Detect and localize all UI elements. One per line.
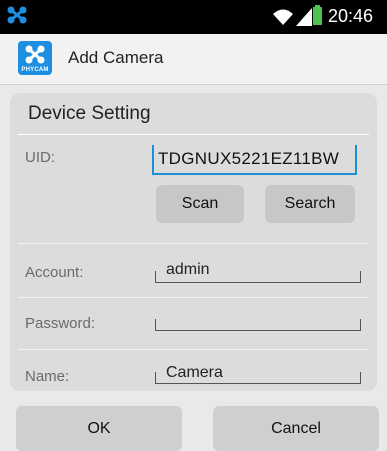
- wifi-icon: [273, 9, 293, 25]
- account-label: Account:: [25, 264, 84, 281]
- status-time: 20:46: [328, 6, 374, 26]
- row-divider: [18, 243, 369, 244]
- name-field[interactable]: [155, 372, 361, 384]
- uid-value: TDGNUX5221EZ11BW: [158, 149, 340, 168]
- account-field[interactable]: [155, 271, 361, 283]
- cancel-button[interactable]: Cancel: [213, 406, 379, 451]
- status-bar: 20:46: [0, 0, 387, 34]
- row-divider: [18, 349, 369, 350]
- search-button[interactable]: Search: [265, 185, 355, 223]
- uid-field[interactable]: TDGNUX5221EZ11BW: [152, 145, 357, 175]
- section-divider: [18, 134, 369, 135]
- section-title: Device Setting: [28, 103, 151, 124]
- app-notification-icon: [7, 6, 27, 24]
- app-logo-icon: PHYCAM: [18, 41, 52, 75]
- signal-icon: [296, 8, 312, 26]
- row-divider: [18, 297, 369, 298]
- scan-button[interactable]: Scan: [156, 185, 244, 223]
- action-bar: PHYCAM Add Camera: [0, 34, 387, 85]
- uid-label: UID:: [25, 149, 55, 166]
- device-setting-panel: Device Setting UID: TDGNUX5221EZ11BW Sca…: [10, 93, 377, 391]
- ok-button[interactable]: OK: [16, 406, 182, 451]
- logo-text: PHYCAM: [21, 67, 49, 73]
- name-label: Name:: [25, 368, 70, 385]
- battery-icon: [313, 5, 322, 25]
- password-field[interactable]: [155, 319, 361, 331]
- password-label: Password:: [25, 315, 96, 332]
- page-title: Add Camera: [68, 48, 164, 67]
